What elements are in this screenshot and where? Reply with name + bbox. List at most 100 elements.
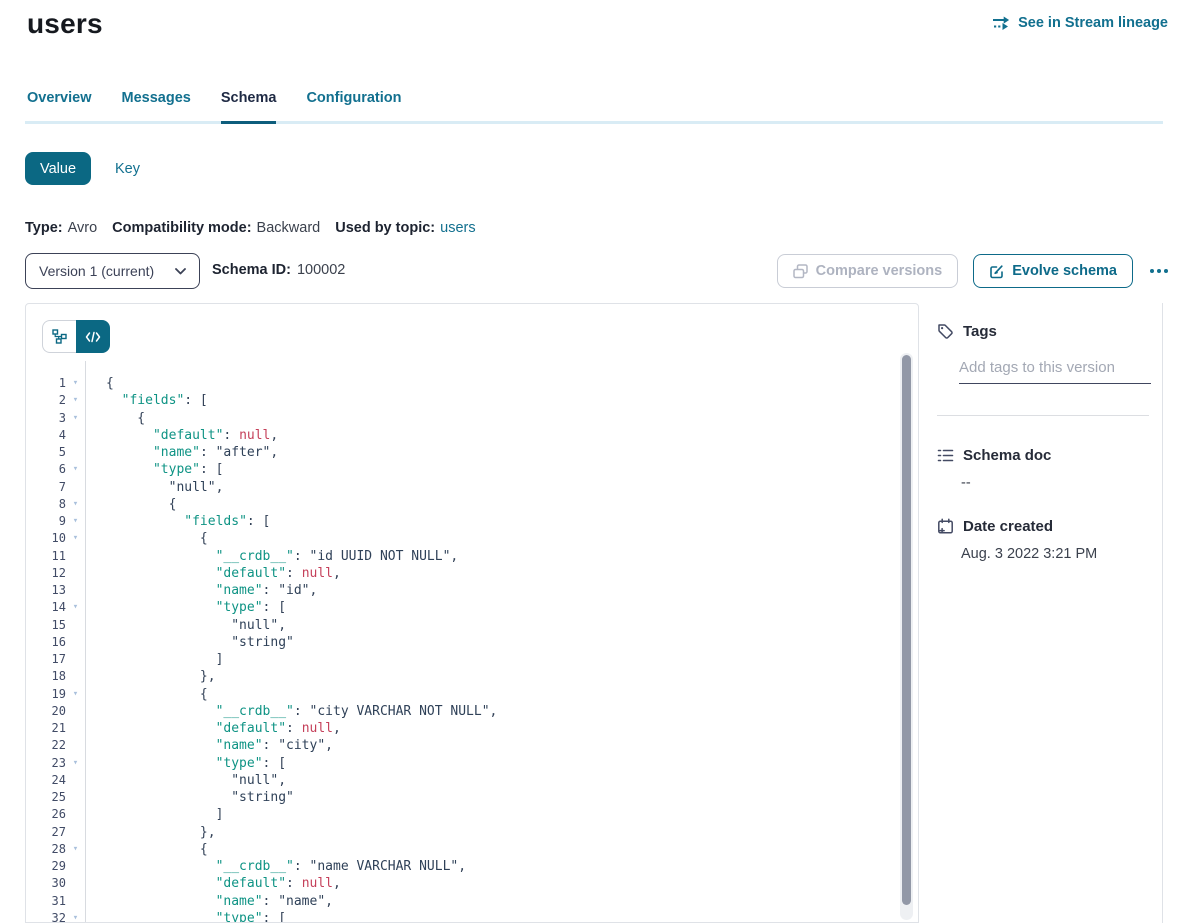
version-actions: Compare versions Evolve schema <box>777 254 1170 288</box>
line-number: 23 <box>26 755 66 772</box>
calendar-plus-icon <box>937 518 954 535</box>
fold-spacer <box>66 737 85 754</box>
version-select[interactable]: Version 1 (current) <box>25 253 200 289</box>
line-number: 18 <box>26 668 66 685</box>
fold-spacer <box>66 789 85 806</box>
code-text: "fields": [ <box>106 513 270 530</box>
add-tags-input[interactable] <box>959 359 1151 384</box>
code-text: "type": [ <box>106 755 286 772</box>
fold-spacer <box>66 582 85 599</box>
fold-arrow-icon[interactable]: ▾ <box>66 841 85 858</box>
line-number: 1 <box>26 375 66 392</box>
code-line: 6▾ "type": [ <box>26 461 898 478</box>
code-text: "default": null, <box>106 565 341 582</box>
meta-item: Type:Avro <box>25 220 97 236</box>
tree-view-button[interactable] <box>42 320 76 353</box>
sidebar-divider <box>937 415 1149 416</box>
compare-versions-button[interactable]: Compare versions <box>777 254 959 288</box>
schema-doc-value: -- <box>961 475 1162 491</box>
schema-key-value-toggle: Value Key <box>25 152 140 185</box>
chevron-down-icon <box>175 268 186 275</box>
code-text: ] <box>106 651 223 668</box>
fold-spacer <box>66 668 85 685</box>
tab-schema[interactable]: Schema <box>221 90 277 124</box>
scrollbar-thumb[interactable] <box>902 355 911 905</box>
code-line: 24 "null", <box>26 772 898 789</box>
line-number: 24 <box>26 772 66 789</box>
line-number: 7 <box>26 479 66 496</box>
line-number: 4 <box>26 427 66 444</box>
code-text: "name": "name", <box>106 893 333 910</box>
line-number: 15 <box>26 617 66 634</box>
fold-spacer <box>66 703 85 720</box>
code-line: 20 "__crdb__": "city VARCHAR NOT NULL", <box>26 703 898 720</box>
stream-lineage-link[interactable]: See in Stream lineage <box>992 15 1168 31</box>
line-number: 29 <box>26 858 66 875</box>
stream-lineage-icon <box>992 15 1011 31</box>
more-options-button[interactable] <box>1148 265 1170 277</box>
page-title: users <box>27 8 103 40</box>
fold-arrow-icon[interactable]: ▾ <box>66 513 85 530</box>
code-text: "__crdb__": "name VARCHAR NULL", <box>106 858 466 875</box>
editor-scrollbar[interactable] <box>900 353 913 920</box>
evolve-schema-label: Evolve schema <box>1012 263 1117 279</box>
code-line: 5 "name": "after", <box>26 444 898 461</box>
fold-spacer <box>66 772 85 789</box>
date-created-value: Aug. 3 2022 3:21 PM <box>961 546 1162 562</box>
evolve-schema-button[interactable]: Evolve schema <box>973 254 1133 288</box>
line-number: 20 <box>26 703 66 720</box>
fold-spacer <box>66 875 85 892</box>
fold-arrow-icon[interactable]: ▾ <box>66 599 85 616</box>
code-text: { <box>106 410 145 427</box>
code-line: 21 "default": null, <box>26 720 898 737</box>
code-line: 14▾ "type": [ <box>26 599 898 616</box>
line-number: 10 <box>26 530 66 547</box>
code-text: "string" <box>106 634 294 651</box>
tab-configuration[interactable]: Configuration <box>306 90 401 124</box>
code-text: { <box>106 686 208 703</box>
schema-id-value: 100002 <box>297 262 345 278</box>
tags-section-heading: Tags <box>919 323 1162 340</box>
key-toggle-button[interactable]: Key <box>115 161 140 177</box>
tab-overview[interactable]: Overview <box>27 90 92 124</box>
line-number: 8 <box>26 496 66 513</box>
code-text: "__crdb__": "city VARCHAR NOT NULL", <box>106 703 497 720</box>
fold-spacer <box>66 565 85 582</box>
fold-arrow-icon[interactable]: ▾ <box>66 410 85 427</box>
schema-doc-icon <box>937 447 954 464</box>
fold-arrow-icon[interactable]: ▾ <box>66 755 85 772</box>
line-number: 30 <box>26 875 66 892</box>
code-line: 16 "string" <box>26 634 898 651</box>
value-toggle-button[interactable]: Value <box>25 152 91 185</box>
line-number: 26 <box>26 806 66 823</box>
line-number: 25 <box>26 789 66 806</box>
code-line: 13 "name": "id", <box>26 582 898 599</box>
line-number: 5 <box>26 444 66 461</box>
schema-sidebar: Tags Schema doc -- Date cr <box>919 303 1163 923</box>
code-view-button[interactable] <box>76 320 110 353</box>
code-text: "__crdb__": "id UUID NOT NULL", <box>106 548 458 565</box>
line-number: 11 <box>26 548 66 565</box>
fold-spacer <box>66 444 85 461</box>
fold-spacer <box>66 858 85 875</box>
line-number: 19 <box>26 686 66 703</box>
code-lines: 1▾{2▾ "fields": [3▾ {4 "default": null,5… <box>26 375 898 922</box>
code-text: "name": "after", <box>106 444 278 461</box>
fold-arrow-icon[interactable]: ▾ <box>66 530 85 547</box>
tag-icon <box>937 323 954 340</box>
fold-arrow-icon[interactable]: ▾ <box>66 461 85 478</box>
line-number: 22 <box>26 737 66 754</box>
fold-arrow-icon[interactable]: ▾ <box>66 686 85 703</box>
code-line: 28▾ { <box>26 841 898 858</box>
fold-arrow-icon[interactable]: ▾ <box>66 375 85 392</box>
code-line: 19▾ { <box>26 686 898 703</box>
editor-view-toggle <box>42 320 110 353</box>
code-text: }, <box>106 668 216 685</box>
fold-arrow-icon[interactable]: ▾ <box>66 392 85 409</box>
line-number: 12 <box>26 565 66 582</box>
tab-messages[interactable]: Messages <box>122 90 191 124</box>
fold-spacer <box>66 806 85 823</box>
line-number: 21 <box>26 720 66 737</box>
topic-link[interactable]: users <box>440 220 475 236</box>
fold-arrow-icon[interactable]: ▾ <box>66 496 85 513</box>
